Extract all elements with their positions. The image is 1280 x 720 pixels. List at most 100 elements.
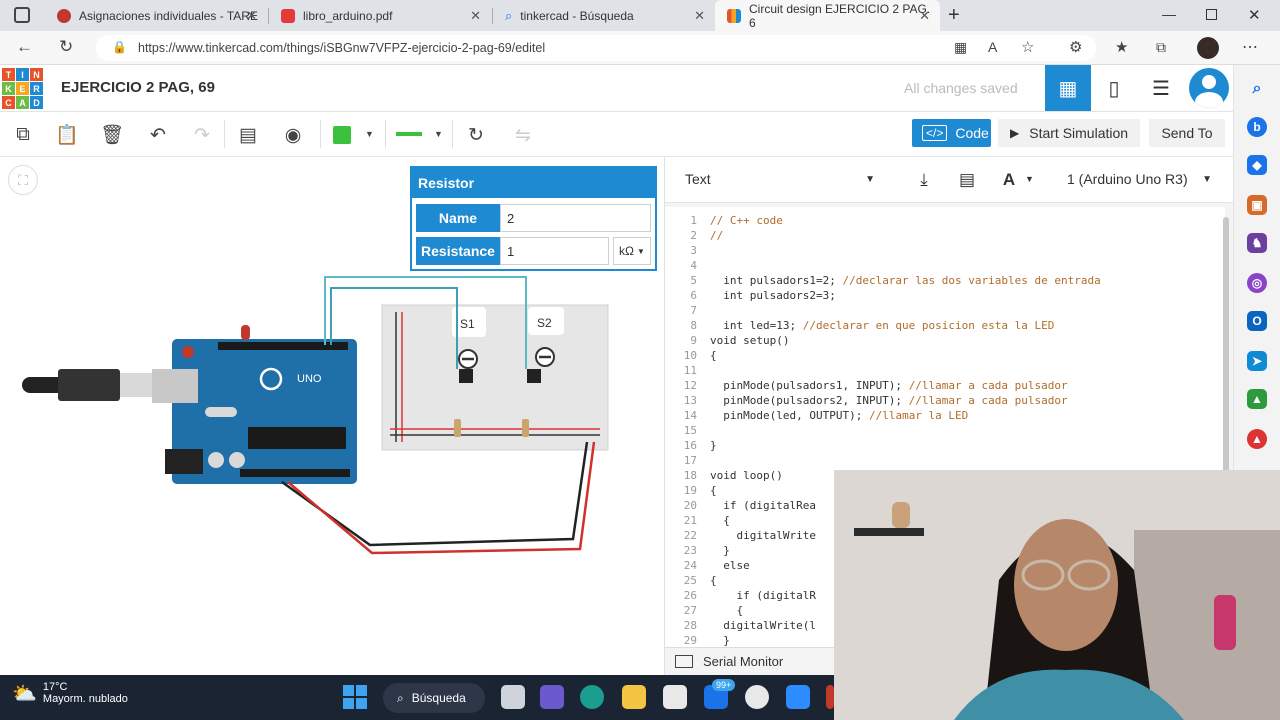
read-aloud-icon[interactable]: A (988, 39, 997, 55)
code-line[interactable]: 10 { (665, 348, 1225, 363)
project-title[interactable]: EJERCICIO 2 PAG, 69 (61, 79, 215, 96)
usb-connector (120, 373, 152, 397)
code-line[interactable]: 9 void setup() (665, 333, 1225, 348)
flip-icon[interactable]: ⇋ (510, 122, 536, 148)
windows-start-icon[interactable] (343, 685, 367, 709)
undo-icon[interactable]: ↶ (145, 122, 171, 148)
code-text: } (710, 544, 730, 557)
camera-app-icon[interactable] (745, 685, 769, 709)
profile-avatar[interactable] (1197, 37, 1219, 59)
download-icon[interactable]: ⤓ (910, 167, 938, 193)
send-icon[interactable]: ➤ (1247, 351, 1267, 371)
code-line[interactable]: 7 (665, 303, 1225, 318)
restore-icon[interactable] (1206, 9, 1217, 20)
shopping-icon[interactable]: ◆ (1247, 155, 1267, 175)
code-line[interactable]: 6 int pulsadors2=3; (665, 288, 1225, 303)
browser-tab-1[interactable]: Asignaciones individuales - TARE ✕ (45, 0, 267, 31)
favorites-bar-icon[interactable]: ★ (1115, 38, 1128, 56)
teams-icon[interactable] (540, 685, 564, 709)
font-size-icon[interactable]: A (995, 167, 1023, 193)
code-line[interactable]: 12 pinMode(pulsadors1, INPUT); //llamar … (665, 378, 1225, 393)
code-scrollbar[interactable] (1223, 217, 1229, 477)
code-line[interactable]: 17 (665, 453, 1225, 468)
search-icon[interactable]: ⌕ (1247, 79, 1267, 99)
name-input[interactable]: 2 (500, 204, 651, 232)
close-icon[interactable]: ✕ (246, 8, 257, 24)
code-line[interactable]: 2 // (665, 228, 1225, 243)
chevron-down-icon[interactable]: ▼ (1025, 174, 1034, 184)
zoom-icon[interactable] (786, 685, 810, 709)
device-select[interactable]: 1 (Arduino Uno R3) ▼ (1057, 165, 1222, 193)
code-line[interactable]: 11 (665, 363, 1225, 378)
figurine (892, 502, 910, 528)
schematic-view-button[interactable]: ▯ (1091, 65, 1137, 111)
delete-icon[interactable]: 🗑 (99, 122, 125, 148)
upload-library-icon[interactable]: ▤ (953, 167, 981, 193)
weather-text: Mayorm. nublado (42, 693, 128, 705)
start-simulation-button[interactable]: ▶ Start Simulation (998, 119, 1140, 147)
notes-icon[interactable]: ▤ (235, 122, 261, 148)
bing-chat-icon[interactable]: b (1247, 117, 1267, 137)
favorite-icon[interactable]: ☆ (1021, 38, 1034, 56)
resistance-input[interactable]: 1 (500, 237, 609, 265)
code-text: digitalWrite(l (710, 619, 816, 632)
outlook-icon[interactable]: O (1247, 311, 1267, 331)
office-icon[interactable]: ◎ (1247, 273, 1267, 293)
browser-tab-3[interactable]: ⌕ tinkercad - Búsqueda ✕ (493, 0, 715, 31)
paste-icon[interactable]: 📋 (54, 122, 80, 148)
code-line[interactable]: 8 int led=13; //declarar en que posicion… (665, 318, 1225, 333)
collections-icon[interactable]: ⧉ (1156, 39, 1166, 56)
tools-icon[interactable]: ▣ (1247, 195, 1267, 215)
taskbar-search[interactable]: ⌕ Búsqueda (383, 683, 485, 713)
code-button[interactable]: </> Code (912, 119, 991, 147)
code-line[interactable]: 1 // C++ code (665, 213, 1225, 228)
more-icon[interactable]: ⋯ (1242, 37, 1258, 57)
tree-icon[interactable]: ▲ (1247, 389, 1267, 409)
user-avatar[interactable] (1186, 65, 1232, 111)
copy-icon[interactable]: ⧉ (10, 122, 36, 148)
games-icon[interactable]: ♞ (1247, 233, 1267, 253)
task-view-icon[interactable] (501, 685, 525, 709)
minimize-icon[interactable]: — (1162, 6, 1176, 22)
code-line[interactable]: 15 (665, 423, 1225, 438)
code-mode-select[interactable]: Text ▼ (675, 165, 885, 193)
browser-tab-2[interactable]: libro_arduino.pdf ✕ (269, 0, 491, 31)
chevron-down-icon[interactable]: ▼ (434, 129, 443, 139)
code-line[interactable]: 16} (665, 438, 1225, 453)
file-explorer-icon[interactable] (622, 685, 646, 709)
code-line[interactable]: 5 int pulsadors1=2; //declarar las dos v… (665, 273, 1225, 288)
back-icon[interactable]: ← (16, 37, 33, 57)
unit-select[interactable]: kΩ ▼ (613, 237, 651, 265)
rotate-icon[interactable]: ↻ (463, 122, 489, 148)
circuit-view-button[interactable]: ▦ (1045, 65, 1091, 111)
wire-type-selector[interactable] (396, 132, 422, 136)
close-icon[interactable]: ✕ (470, 8, 481, 24)
edge-icon[interactable] (580, 685, 604, 709)
browser-tab-4[interactable]: Circuit design EJERCICIO 2 PAG. 6 ✕ (715, 0, 940, 31)
new-tab-button[interactable]: + (948, 4, 960, 27)
extensions-icon[interactable]: ⚙ (1069, 38, 1082, 56)
url-field[interactable]: 🔒 https://www.tinkercad.com/things/iSBGn… (96, 35, 1096, 61)
tinkercad-logo[interactable]: T I N K E R C A D (2, 68, 43, 110)
refresh-icon[interactable]: ↻ (59, 37, 73, 57)
code-line[interactable]: 13 pinMode(pulsadors2, INPUT); //llamar … (665, 393, 1225, 408)
apps-icon[interactable]: ▦ (954, 39, 967, 56)
weather-widget[interactable]: ⛅ 17°C Mayorm. nublado (12, 681, 128, 706)
close-icon[interactable]: ✕ (919, 8, 930, 24)
redo-icon[interactable]: ↷ (189, 122, 215, 148)
close-window-icon[interactable]: ✕ (1248, 6, 1261, 24)
code-line[interactable]: 3 (665, 243, 1225, 258)
drop-icon[interactable]: ▲ (1247, 429, 1267, 449)
color-picker[interactable] (333, 126, 351, 144)
send-to-button[interactable]: Send To (1149, 119, 1225, 147)
close-icon[interactable]: ✕ (694, 8, 705, 24)
visibility-icon[interactable]: ◉ (280, 122, 306, 148)
chevron-down-icon[interactable]: ▼ (365, 129, 374, 139)
code-line[interactable]: 4 (665, 258, 1225, 273)
app-icon[interactable] (826, 685, 834, 709)
store-icon[interactable] (663, 685, 687, 709)
save-status: All changes saved (904, 80, 1018, 96)
tab-actions-icon[interactable] (14, 7, 30, 23)
code-line[interactable]: 14 pinMode(led, OUTPUT); //llamar la LED (665, 408, 1225, 423)
component-list-button[interactable]: ☰ (1138, 65, 1184, 111)
